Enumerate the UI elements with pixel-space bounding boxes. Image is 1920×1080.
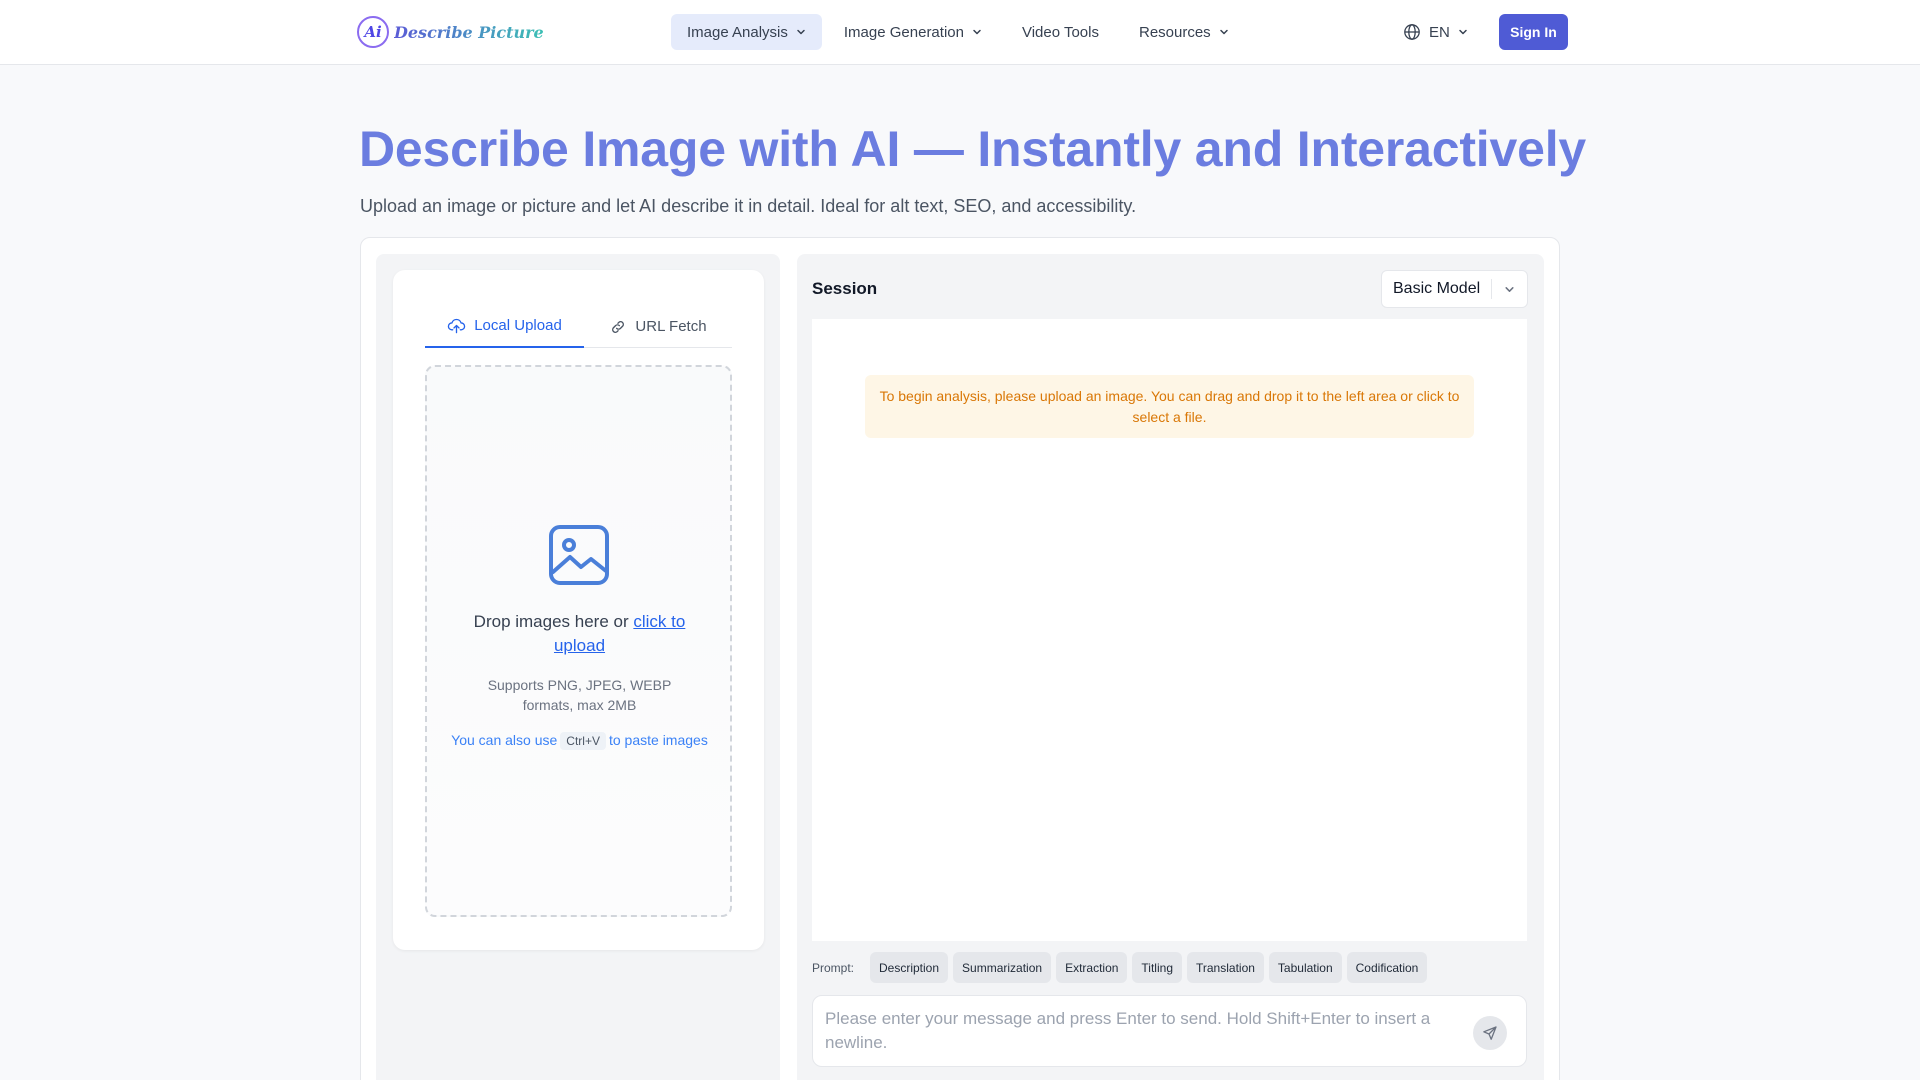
prompt-chip-summarization[interactable]: Summarization xyxy=(953,952,1052,983)
upload-tabs: Local Upload URL Fetch xyxy=(425,305,732,348)
dropzone-instructions: Drop images here or click to upload xyxy=(447,610,712,658)
page-title: Describe Image with AI — Instantly and I… xyxy=(359,121,1587,177)
nav-item-image-analysis[interactable]: Image Analysis xyxy=(671,14,822,50)
tab-label: URL Fetch xyxy=(635,318,707,335)
link-icon xyxy=(612,320,625,333)
chevron-down-icon xyxy=(973,29,981,35)
cloud-upload-icon xyxy=(448,318,466,334)
session-title: Session xyxy=(812,279,878,298)
chevron-down-icon xyxy=(1459,29,1467,35)
image-dropzone[interactable]: Drop images here or click to upload Supp… xyxy=(425,365,732,917)
logo[interactable]: Ai Describe Picture xyxy=(357,15,544,49)
nav-item-resources[interactable]: Resources xyxy=(1123,14,1245,50)
message-input[interactable] xyxy=(825,1007,1455,1057)
nav-item-image-generation[interactable]: Image Generation xyxy=(828,14,998,50)
language-code: EN xyxy=(1429,23,1450,41)
page-subtitle: Upload an image or picture and let AI de… xyxy=(360,196,1137,216)
chevron-down-icon xyxy=(1219,29,1228,35)
top-navbar: Ai Describe Picture Image Analysis Image… xyxy=(0,0,1920,65)
chevron-down-icon xyxy=(1505,286,1514,292)
paste-hint-prefix: You can also use xyxy=(451,732,558,748)
prompt-chip-description[interactable]: Description xyxy=(870,952,949,983)
nav-label: Video Tools xyxy=(1021,23,1099,41)
sign-in-button[interactable]: Sign In xyxy=(1499,14,1568,50)
model-selected-value: Basic Model xyxy=(1393,280,1481,297)
prompt-chip-codification[interactable]: Codification xyxy=(1346,952,1428,983)
paste-hint: You can also use Ctrl+V to paste images xyxy=(447,730,712,750)
tab-url-fetch[interactable]: URL Fetch xyxy=(584,305,732,348)
prompt-presets: Prompt: Description Summarization Extrac… xyxy=(812,952,1428,983)
send-icon xyxy=(1483,1026,1497,1040)
main-nav: Image Analysis Image Generation Video To… xyxy=(671,14,1245,50)
prompt-chip-tabulation[interactable]: Tabulation xyxy=(1268,952,1342,983)
nav-label: Resources xyxy=(1138,23,1211,41)
prompt-chip-titling[interactable]: Titling xyxy=(1132,952,1182,983)
tab-local-upload[interactable]: Local Upload xyxy=(425,305,584,348)
supported-formats-text: Supports PNG, JPEG, WEBP formats, max 2M… xyxy=(487,677,672,713)
prompt-chip-translation[interactable]: Translation xyxy=(1187,952,1264,983)
language-selector[interactable]: EN xyxy=(1403,18,1468,46)
paste-shortcut-key: Ctrl+V xyxy=(560,732,606,750)
tab-label: Local Upload xyxy=(474,317,562,334)
drop-text: Drop images here or xyxy=(473,612,634,631)
send-button[interactable] xyxy=(1473,1016,1507,1050)
prompt-chip-extraction[interactable]: Extraction xyxy=(1056,952,1128,983)
logo-mark: Ai xyxy=(357,16,389,48)
nav-item-video-tools[interactable]: Video Tools xyxy=(1004,14,1117,50)
paste-hint-suffix: to paste images xyxy=(608,732,708,748)
prompt-label: Prompt: xyxy=(812,960,855,975)
nav-label: Image Generation xyxy=(843,23,964,41)
message-input-container xyxy=(812,995,1527,1067)
select-arrow xyxy=(1492,284,1527,295)
prompt-chip-list: Description Summarization Extraction Tit… xyxy=(870,952,1428,983)
chevron-down-icon xyxy=(797,29,805,35)
model-select[interactable]: Basic Model xyxy=(1381,270,1528,308)
globe-icon xyxy=(1404,24,1420,40)
nav-label: Image Analysis xyxy=(687,23,788,41)
image-icon xyxy=(549,525,609,585)
upload-notice: To begin analysis, please upload an imag… xyxy=(865,375,1474,438)
logo-text: Describe Picture xyxy=(394,22,544,42)
